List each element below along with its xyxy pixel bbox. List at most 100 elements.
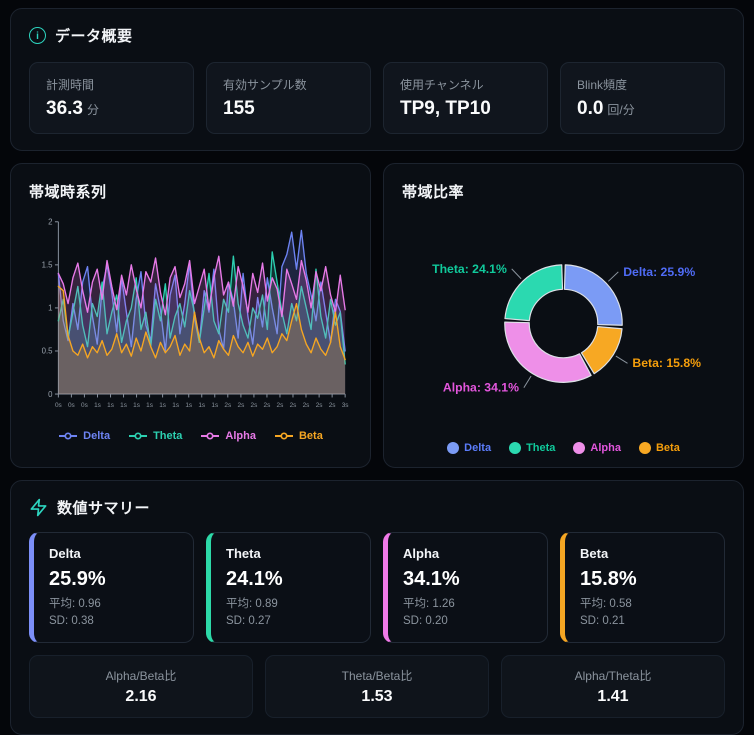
svg-text:2s: 2s (303, 402, 310, 409)
ratio-label: Theta/Beta比 (341, 669, 413, 684)
summary-panel: 数値サマリー Delta 25.9% 平均: 0.96 SD: 0.38 The… (10, 480, 744, 735)
band-percentage: 15.8% (580, 568, 637, 590)
ratio-value: 1.53 (361, 688, 393, 706)
timeseries-legend-item-delta[interactable]: Delta (58, 430, 110, 442)
legend-line-marker-icon (129, 432, 148, 441)
stat-value: 36.3 分 (46, 98, 177, 120)
stat-number: 0.0 (577, 98, 604, 119)
stat-label: 計測時間 (46, 78, 95, 92)
svg-text:1s: 1s (211, 402, 218, 409)
svg-text:2s: 2s (251, 402, 258, 409)
timeseries-title: 帯域時系列 (29, 184, 107, 201)
svg-text:Alpha: 34.1%: Alpha: 34.1% (443, 381, 519, 395)
stat-card-channels: 使用チャンネル TP9, TP10 (383, 62, 548, 134)
timeseries-legend-item-alpha[interactable]: Alpha (200, 430, 256, 442)
legend-dot-icon (638, 442, 651, 455)
band-name: Delta (49, 546, 81, 561)
summary-title: 数値サマリー (57, 500, 151, 517)
svg-text:1s: 1s (133, 402, 140, 409)
ratio-card-alpha-beta: Alpha/Beta比 2.16 (29, 655, 253, 719)
stats-row: 計測時間 36.3 分 有効サンプル数 155 使用チャンネル TP9, TP10… (29, 62, 725, 134)
timeseries-legend-item-beta[interactable]: Beta (274, 430, 323, 442)
stat-unit: 回/分 (607, 103, 635, 117)
stat-label: 使用チャンネル (400, 78, 484, 92)
band-card-theta: Theta 24.1% 平均: 0.89 SD: 0.27 (206, 532, 371, 644)
svg-text:1s: 1s (94, 402, 101, 409)
band-mean: 平均: 0.96 (49, 598, 101, 610)
svg-text:2s: 2s (264, 402, 271, 409)
stat-value: 155 (223, 98, 354, 120)
timeseries-panel: 帯域時系列 0 0.5 1 1.5 2 0s 0s 0s 1s 1s 1s 1s 1s 1s 1s 1s 1s 1… (10, 163, 371, 468)
svg-text:1s: 1s (107, 402, 114, 409)
stat-label: Blink頻度 (577, 78, 628, 92)
band-mean: 平均: 0.89 (226, 598, 278, 610)
ratio-title: 帯域比率 (402, 184, 465, 201)
timeseries-header: 帯域時系列 (29, 181, 352, 202)
info-icon: i (29, 27, 46, 44)
stat-value: TP9, TP10 (400, 98, 531, 120)
band-percentage: 24.1% (226, 568, 283, 590)
donut-svg[interactable]: Delta: 25.9% Beta: 15.8% Alpha: 34.1% Theta… (402, 212, 725, 433)
donut-slice-beta[interactable] (580, 326, 623, 375)
donut-legend-item-beta[interactable]: Beta (638, 442, 680, 455)
band-card-alpha: Alpha 34.1% 平均: 1.26 SD: 0.20 (383, 532, 548, 644)
band-sd: SD: 0.27 (226, 614, 271, 627)
ratio-card-alpha-theta: Alpha/Theta比 1.41 (501, 655, 725, 719)
overview-title: データ概要 (55, 28, 133, 45)
donut-slice-delta[interactable] (563, 264, 623, 326)
donut-chart[interactable]: Delta: 25.9% Beta: 15.8% Alpha: 34.1% Theta… (402, 212, 725, 438)
stat-card-blink: Blink頻度 0.0 回/分 (560, 62, 725, 134)
band-card-beta: Beta 15.8% 平均: 0.58 SD: 0.21 (560, 532, 725, 644)
stat-number: 155 (223, 98, 255, 119)
stat-number: TP9, TP10 (400, 98, 491, 119)
stat-label: 有効サンプル数 (223, 78, 307, 92)
band-sd: SD: 0.20 (403, 614, 448, 627)
ratio-value: 1.41 (597, 688, 629, 706)
ratio-label: Alpha/Beta比 (105, 669, 177, 684)
band-sd: SD: 0.21 (580, 614, 625, 627)
timeseries-legend: Delta Theta Alpha Beta (29, 430, 352, 442)
svg-text:2: 2 (48, 218, 52, 227)
timeseries-chart[interactable]: 0 0.5 1 1.5 2 0s 0s 0s 1s 1s 1s 1s 1s 1s 1s 1s 1s 1s 2s 2s 2… (29, 212, 352, 426)
timeseries-legend-item-theta[interactable]: Theta (128, 430, 182, 442)
ratio-header: 帯域比率 (402, 181, 725, 202)
stat-number: 36.3 (46, 98, 83, 119)
svg-text:1s: 1s (172, 402, 179, 409)
overview-panel: i データ概要 計測時間 36.3 分 有効サンプル数 155 使用チャンネル T… (10, 8, 744, 151)
donut-legend-item-theta[interactable]: Theta (509, 442, 555, 455)
band-name: Beta (580, 546, 609, 561)
band-card-delta: Delta 25.9% 平均: 0.96 SD: 0.38 (29, 532, 194, 644)
donut-legend-item-delta[interactable]: Delta (447, 442, 491, 455)
svg-text:2s: 2s (316, 402, 323, 409)
overview-header: i データ概要 (29, 25, 725, 46)
svg-text:1s: 1s (159, 402, 166, 409)
svg-text:Theta: 24.1%: Theta: 24.1% (432, 262, 507, 276)
timeseries-svg[interactable]: 0 0.5 1 1.5 2 0s 0s 0s 1s 1s 1s 1s 1s 1s 1s 1s 1s 1s 2s 2s 2… (29, 212, 352, 421)
svg-text:2s: 2s (290, 402, 297, 409)
svg-text:0s: 0s (55, 402, 62, 409)
band-name: Alpha (403, 546, 440, 561)
stat-card-duration: 計測時間 36.3 分 (29, 62, 194, 134)
svg-text:1s: 1s (146, 402, 153, 409)
donut-legend-item-alpha[interactable]: Alpha (573, 442, 621, 455)
svg-text:1.5: 1.5 (42, 261, 54, 270)
legend-line-marker-icon (201, 432, 220, 441)
svg-text:0.5: 0.5 (42, 347, 54, 356)
donut-slice-alpha[interactable] (504, 321, 592, 383)
bands-row: Delta 25.9% 平均: 0.96 SD: 0.38 Theta 24.1… (29, 532, 725, 644)
ratio-value: 2.16 (125, 688, 157, 706)
svg-text:1s: 1s (120, 402, 127, 409)
ratio-panel: 帯域比率 Delta: 25.9% Beta: 15.8% Alpha: 34.1%… (383, 163, 744, 468)
band-mean: 平均: 1.26 (403, 598, 455, 610)
svg-text:Beta: 15.8%: Beta: 15.8% (632, 356, 701, 370)
donut-slice-theta[interactable] (504, 264, 564, 322)
svg-text:1s: 1s (198, 402, 205, 409)
svg-text:1: 1 (48, 304, 52, 313)
band-percentage: 34.1% (403, 568, 460, 590)
svg-text:0: 0 (48, 390, 53, 399)
band-sd: SD: 0.38 (49, 614, 94, 627)
ratio-card-theta-beta: Theta/Beta比 1.53 (265, 655, 489, 719)
legend-line-marker-icon (274, 432, 293, 441)
charts-row: 帯域時系列 0 0.5 1 1.5 2 0s 0s 0s 1s 1s 1s 1s 1s 1s 1s 1s 1s 1… (10, 163, 744, 468)
legend-dot-icon (573, 442, 586, 455)
